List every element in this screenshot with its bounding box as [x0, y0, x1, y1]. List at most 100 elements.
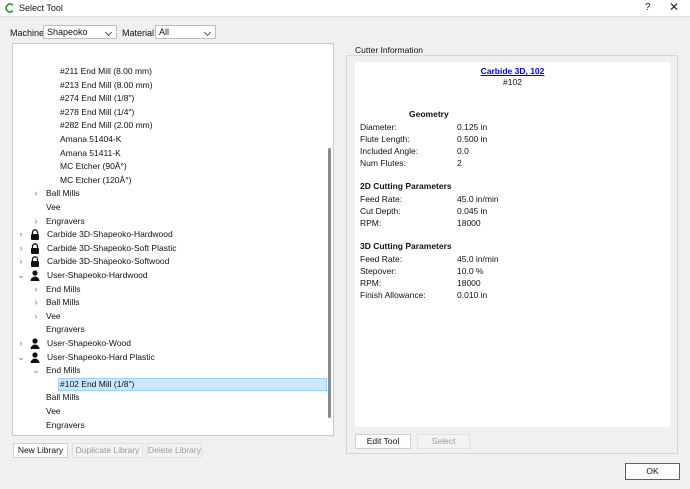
param-label: Diameter:	[360, 122, 397, 132]
tree-item-label: Carbide 3D-Shapeoko-Hardwood	[47, 229, 173, 240]
tree-item-label: Ball Mills	[46, 297, 80, 308]
collapse-arrow-icon[interactable]: ⌄	[17, 269, 25, 282]
tree-item[interactable]: #278 End Mill (1/4")	[13, 106, 325, 119]
tool-library-tree[interactable]: #211 End Mill (8.00 mm) #213 End Mill (8.…	[12, 43, 334, 436]
tree-item-label: User-Shapeoko-Wood	[47, 338, 131, 348]
param-label: Num Flutes:	[360, 158, 406, 168]
tree-item[interactable]: Amana 51404-K	[13, 133, 325, 146]
tree-item-label: End Mills	[46, 365, 81, 376]
material-select[interactable]: All	[155, 25, 216, 39]
material-select-value: All	[159, 27, 170, 37]
tree-item[interactable]: Vee	[13, 201, 325, 214]
tree-item-label: MC Etcher (90Â°)	[60, 161, 127, 172]
tree-item-label: MC Etcher (120Â°)	[60, 174, 132, 185]
collapse-arrow-icon[interactable]: ⌄	[32, 364, 40, 377]
param-label: Stepover:	[360, 266, 397, 276]
expand-arrow-icon[interactable]: ›	[17, 242, 25, 255]
expand-arrow-icon[interactable]: ›	[32, 310, 40, 323]
param-label: RPM:	[360, 278, 382, 288]
expand-arrow-icon[interactable]: ›	[32, 187, 40, 200]
tree-item[interactable]: › Ball Mills	[13, 187, 325, 200]
select-button[interactable]: Select	[417, 434, 470, 449]
geometry-heading: Geometry	[409, 109, 449, 119]
param-value: 0.500 in	[457, 134, 488, 144]
lock-icon	[31, 242, 39, 254]
tree-item[interactable]: MC Etcher (120Â°)	[13, 174, 325, 187]
tree-item-selected[interactable]: #102 End Mill (1/8")	[58, 377, 327, 391]
machine-select[interactable]: Shapeoko	[43, 25, 117, 39]
param-value: 0.125 in	[457, 122, 488, 132]
tree-item[interactable]: #282 End Mill (2.00 mm)	[13, 119, 325, 132]
tree-item[interactable]: › Vee	[13, 310, 325, 323]
param-value: 0.010 in	[457, 290, 488, 300]
tree-item[interactable]: Ball Mills	[13, 391, 325, 404]
tree-item-label: User-Shapeoko-Hardwood	[47, 270, 148, 280]
tree-item[interactable]: Amana 51411-K	[13, 147, 325, 160]
tree-scrollbar[interactable]	[328, 148, 331, 418]
user-icon	[30, 351, 40, 363]
tree-item-label: Carbide 3D-Shapeoko-Soft Plastic	[47, 242, 177, 253]
cutter-name-link[interactable]: Carbide 3D, 102	[355, 66, 670, 76]
expand-arrow-icon[interactable]: ›	[32, 215, 40, 228]
param-value: 0.0	[457, 146, 469, 156]
param-value: 18000	[457, 278, 481, 288]
tree-item[interactable]: › Ball Mills	[13, 296, 325, 309]
cutting-3d-heading: 3D Cutting Parameters	[360, 241, 452, 251]
collapse-arrow-icon[interactable]: ⌄	[17, 351, 25, 364]
expand-arrow-icon[interactable]: ›	[17, 337, 25, 350]
tree-item-label: Vee	[46, 310, 61, 321]
tree-item[interactable]: #211 End Mill (8.00 mm)	[13, 65, 325, 78]
close-button[interactable]: ✕	[669, 0, 679, 14]
tree-item[interactable]: › Carbide 3D-Shapeoko-Softwood	[13, 255, 325, 268]
cutting-2d-heading: 2D Cutting Parameters	[360, 181, 452, 191]
param-label: Feed Rate:	[360, 254, 403, 264]
tree-item[interactable]: Engravers	[13, 419, 325, 432]
tree-item[interactable]: ⌄ User-Shapeoko-Hard Plastic	[13, 351, 325, 364]
tree-item-label: Amana 51404-K	[60, 134, 122, 144]
tree-item-label: #282 End Mill (2.00 mm)	[60, 120, 153, 131]
cutter-information-title: Cutter Information	[354, 45, 425, 55]
tree-item[interactable]: ⌄ User-Shapeoko-Hardwood	[13, 269, 325, 282]
tree-item[interactable]: #274 End Mill (1/8")	[13, 92, 325, 105]
duplicate-library-button[interactable]: Duplicate Library	[72, 443, 143, 458]
expand-arrow-icon[interactable]: ›	[17, 255, 25, 268]
tree-item[interactable]: Engravers	[13, 323, 325, 336]
param-label: Cut Depth:	[360, 206, 401, 216]
tree-item-label: Engravers	[46, 419, 85, 430]
param-label: Included Angle:	[360, 146, 419, 156]
help-button[interactable]: ?	[645, 2, 651, 13]
window-title: Select Tool	[19, 3, 63, 13]
tree-item[interactable]: ⌄ End Mills	[13, 364, 325, 377]
tree-item[interactable]: › User-Shapeoko-Wood	[13, 337, 325, 350]
tree-item[interactable]: › Engravers	[13, 215, 325, 228]
expand-arrow-icon[interactable]: ›	[17, 228, 25, 241]
tree-item-label: #274 End Mill (1/8")	[60, 93, 135, 104]
tree-item-label: Ball Mills	[46, 392, 80, 403]
user-icon	[30, 338, 40, 349]
tree-item[interactable]: Vee	[13, 405, 325, 418]
param-label: RPM:	[360, 218, 382, 228]
tree-item[interactable]: › Carbide 3D-Shapeoko-Hardwood	[13, 228, 325, 241]
tree-item[interactable]: › Carbide 3D-Shapeoko-Soft Plastic	[13, 242, 325, 255]
tree-item-label: #102 End Mill (1/8")	[60, 378, 135, 389]
ok-button[interactable]: OK	[625, 463, 680, 480]
tree-item-label: End Mills	[46, 283, 81, 294]
tree-item[interactable]: #213 End Mill (8.00 mm)	[13, 79, 325, 92]
tree-item-label: Vee	[46, 202, 61, 212]
tree-item[interactable]: › End Mills	[13, 283, 325, 296]
tree-item-label: #213 End Mill (8.00 mm)	[60, 79, 153, 90]
param-value: 0.045 in	[457, 206, 488, 216]
lock-icon	[31, 256, 39, 268]
delete-library-button[interactable]: Delete Library	[147, 443, 202, 458]
lock-icon	[31, 229, 39, 241]
user-icon	[30, 270, 40, 281]
expand-arrow-icon[interactable]: ›	[32, 283, 40, 296]
new-library-button[interactable]: New Library	[13, 443, 68, 458]
param-label: Flute Length:	[360, 134, 410, 144]
edit-tool-button[interactable]: Edit Tool	[355, 434, 411, 449]
tree-item[interactable]: MC Etcher (90Â°)	[13, 160, 325, 173]
tree-item-label: Engravers	[46, 215, 85, 226]
chevron-down-icon	[203, 28, 212, 37]
expand-arrow-icon[interactable]: ›	[32, 296, 40, 309]
material-label: Material	[122, 28, 155, 38]
